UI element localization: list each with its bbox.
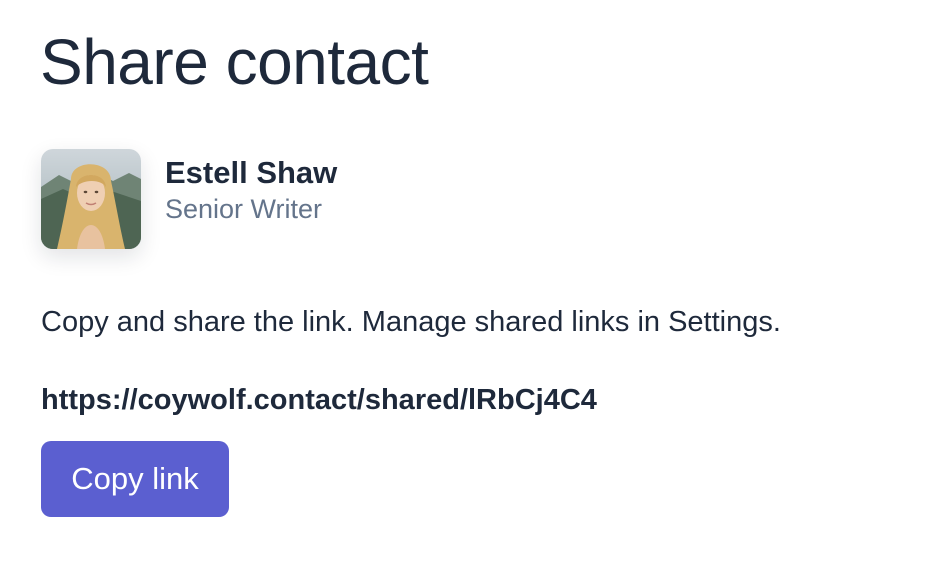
page-title: Share contact [40,26,429,98]
contact-role: Senior Writer [165,194,323,224]
contact-name: Estell Shaw [165,155,338,190]
share-link-url: https://coywolf.contact/shared/lRbCj4C4 [41,384,597,416]
share-instructions: Copy and share the link. Manage shared l… [41,306,781,338]
avatar [41,149,141,249]
contact-card: Estell Shaw Senior Writer [41,149,337,249]
contact-info: Estell Shaw Senior Writer [165,149,337,225]
copy-link-button[interactable]: Copy link [41,441,229,517]
